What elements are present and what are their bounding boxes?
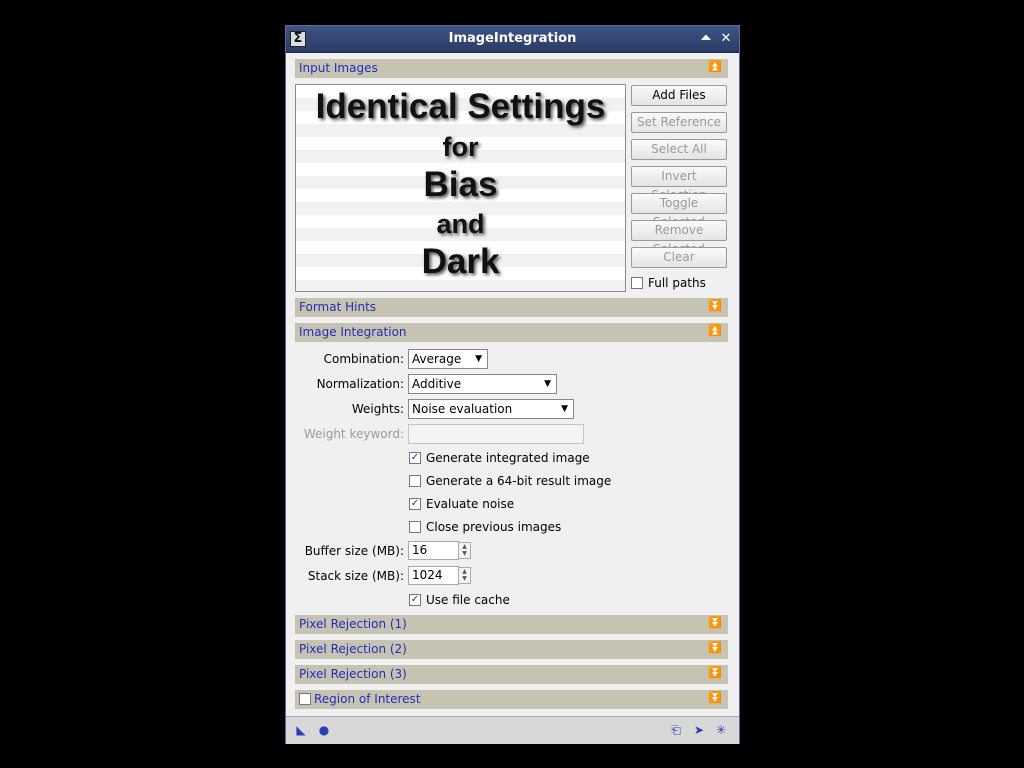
reset-icon[interactable]: ✳ <box>714 723 728 737</box>
expand-icon[interactable]: ⏬ <box>708 616 722 629</box>
image-integration-window: Σ ImageIntegration ⏶ ✕ Input Images ⏫ Id… <box>285 25 740 744</box>
close-icon[interactable]: ✕ <box>718 31 734 47</box>
add-files-button[interactable]: Add Files <box>631 85 727 106</box>
combination-select[interactable]: Average ▼ <box>408 349 488 369</box>
documentation-icon[interactable]: ⎗ <box>669 723 683 737</box>
checkmark-icon: ✓ <box>410 498 420 509</box>
overlay-line-4: and <box>436 209 485 239</box>
weights-label: Weights: <box>351 402 404 416</box>
weights-value: Noise evaluation <box>412 402 513 416</box>
normalization-select[interactable]: Additive ▼ <box>408 374 557 394</box>
overlay-line-2: for <box>442 132 479 162</box>
remove-selected-button[interactable]: Remove Selected <box>631 220 727 256</box>
chevron-down-icon: ▼ <box>544 379 551 389</box>
toggle-selected-button[interactable]: Toggle Selected <box>631 193 727 229</box>
use-file-cache-checkbox[interactable]: ✓ <box>409 594 421 606</box>
chevron-down-icon: ▼ <box>561 404 568 414</box>
buffer-size-label: Buffer size (MB): <box>304 544 404 558</box>
process-control-bar: ◣ ● ⎗ ➤ ✳ <box>286 716 739 744</box>
section-pixel-rejection-1[interactable]: Pixel Rejection (1) ⏬ <box>295 615 728 634</box>
full-paths-checkbox[interactable] <box>631 277 643 289</box>
combination-label: Combination: <box>323 352 404 366</box>
generate-64bit-checkbox[interactable] <box>409 475 421 487</box>
overlay-line-5: Dark <box>421 242 500 281</box>
title-bar[interactable]: Σ ImageIntegration ⏶ ✕ <box>286 26 739 53</box>
set-reference-button[interactable]: Set Reference <box>631 112 727 133</box>
expand-icon[interactable]: ⏬ <box>708 299 722 312</box>
generate-64bit-label: Generate a 64-bit result image <box>426 474 612 488</box>
combination-value: Average <box>412 352 462 366</box>
new-instance-icon[interactable]: ◣ <box>294 723 308 737</box>
generate-integrated-checkbox[interactable]: ✓ <box>409 452 421 464</box>
section-pixel-rejection-2-label: Pixel Rejection (2) <box>299 642 407 656</box>
full-paths-label: Full paths <box>648 276 706 290</box>
section-region-of-interest-label: Region of Interest <box>314 692 421 706</box>
expand-icon[interactable]: ⏬ <box>708 666 722 679</box>
evaluate-noise-checkbox[interactable]: ✓ <box>409 498 421 510</box>
use-file-cache-label: Use file cache <box>426 593 510 607</box>
section-input-images-label: Input Images <box>299 61 378 75</box>
buffer-size-spinner[interactable]: ▲ ▼ <box>458 542 471 559</box>
stack-size-input[interactable]: 1024 <box>408 566 459 585</box>
track-view-icon[interactable]: ➤ <box>692 723 706 737</box>
normalization-label: Normalization: <box>316 377 404 391</box>
section-format-hints-label: Format Hints <box>299 300 377 314</box>
weight-keyword-input[interactable] <box>408 424 584 444</box>
buffer-size-input[interactable]: 16 <box>408 541 459 560</box>
generate-integrated-label: Generate integrated image <box>426 451 590 465</box>
expand-icon[interactable]: ⏬ <box>708 691 722 704</box>
stack-size-label: Stack size (MB): <box>307 569 404 583</box>
section-input-images[interactable]: Input Images ⏫ <box>295 59 728 78</box>
collapse-icon[interactable]: ⏫ <box>708 60 722 73</box>
shade-icon[interactable]: ⏶ <box>698 31 714 47</box>
checkmark-icon: ✓ <box>410 452 420 463</box>
apply-global-icon[interactable]: ● <box>317 723 331 737</box>
section-pixel-rejection-2[interactable]: Pixel Rejection (2) ⏬ <box>295 640 728 659</box>
stack-size-spinner[interactable]: ▲ ▼ <box>458 567 471 584</box>
clear-button[interactable]: Clear <box>631 247 727 268</box>
chevron-down-icon: ▼ <box>475 354 482 364</box>
weights-select[interactable]: Noise evaluation ▼ <box>408 399 574 419</box>
close-previous-label: Close previous images <box>426 520 562 534</box>
normalization-value: Additive <box>412 377 462 391</box>
region-of-interest-checkbox[interactable] <box>299 693 311 705</box>
overlay-line-1: Identical Settings <box>315 87 606 126</box>
evaluate-noise-label: Evaluate noise <box>426 497 515 511</box>
section-image-integration-label: Image Integration <box>299 325 407 339</box>
section-region-of-interest[interactable]: Region of Interest ⏬ <box>295 690 728 709</box>
section-pixel-rejection-3-label: Pixel Rejection (3) <box>299 667 407 681</box>
section-pixel-rejection-1-label: Pixel Rejection (1) <box>299 617 407 631</box>
checkmark-icon: ✓ <box>410 594 420 605</box>
collapse-icon[interactable]: ⏫ <box>708 324 722 337</box>
window-title: ImageIntegration <box>448 31 577 46</box>
weight-keyword-label: Weight keyword: <box>303 427 404 441</box>
expand-icon[interactable]: ⏬ <box>708 641 722 654</box>
select-all-button[interactable]: Select All <box>631 139 727 160</box>
section-image-integration[interactable]: Image Integration ⏫ <box>295 323 728 342</box>
close-previous-checkbox[interactable] <box>409 521 421 533</box>
section-format-hints[interactable]: Format Hints ⏬ <box>295 298 728 317</box>
overlay-line-3: Bias <box>423 165 498 204</box>
input-images-list[interactable]: Identical Settings for Bias and Dark <box>295 84 626 292</box>
invert-selection-button[interactable]: Invert Selection <box>631 166 727 202</box>
section-pixel-rejection-3[interactable]: Pixel Rejection (3) ⏬ <box>295 665 728 684</box>
